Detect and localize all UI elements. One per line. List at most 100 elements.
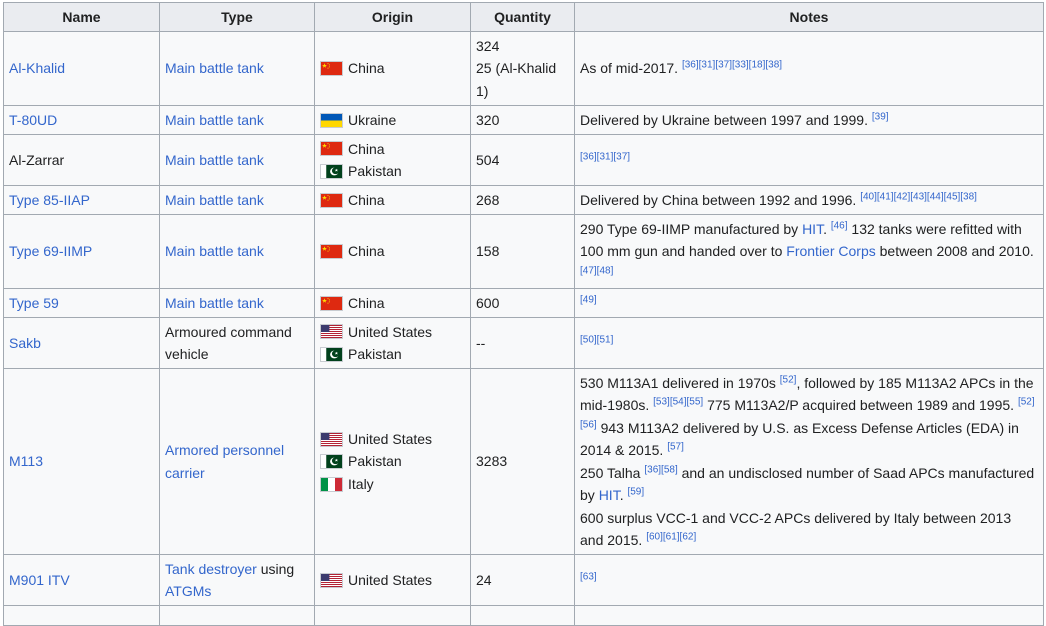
notes-cell: As of mid-2017. [36][31][37][33][18][38] <box>574 31 1044 106</box>
frontier-corps-link[interactable]: Frontier Corps <box>786 243 875 259</box>
type-link[interactable]: Main battle tank <box>165 152 264 168</box>
hit-link[interactable]: HIT <box>599 487 620 503</box>
origin-entry: United States <box>320 321 465 344</box>
column-header-name[interactable]: Name <box>3 2 160 32</box>
name-link[interactable]: Al-Khalid <box>9 60 65 76</box>
origin-country: Pakistan <box>348 346 402 362</box>
table-row: T-80UD Main battle tank Ukraine 320 Deli… <box>3 105 1044 135</box>
table-row: Type 85-IIAP Main battle tank China 268 … <box>3 185 1044 215</box>
origin-country: Italy <box>348 475 374 492</box>
quantity-cell: 320 <box>470 105 575 135</box>
origin-entry: China <box>320 138 465 161</box>
hit-link[interactable]: HIT <box>802 221 823 237</box>
type-link[interactable]: Armored personnel carrier <box>165 442 284 481</box>
table-row: M901 ITV Tank destroyer using ATGMs Unit… <box>3 554 1044 606</box>
origin-cell: China <box>314 185 471 215</box>
quantity-line: 24 <box>476 571 492 588</box>
type-link[interactable]: Main battle tank <box>165 60 264 76</box>
name-cell: Sakb <box>3 317 160 369</box>
reference-link[interactable]: [46] <box>831 220 848 231</box>
name-link[interactable]: Type 59 <box>9 295 59 311</box>
column-header-quantity[interactable]: Quantity <box>470 2 575 32</box>
origin-entry: China <box>320 292 465 315</box>
reference-link[interactable]: [57] <box>667 441 684 452</box>
type-link[interactable]: Main battle tank <box>165 112 264 128</box>
notes-text: 530 M113A1 delivered in 1970s <box>580 374 776 391</box>
notes-text: Delivered by China between 1992 and 1996… <box>580 191 857 208</box>
quantity-line: 3283 <box>476 453 508 470</box>
pakistan-flag-icon <box>320 454 343 469</box>
reference-link[interactable]: [39] <box>872 111 889 122</box>
notes-cell <box>574 605 1044 626</box>
notes-text: between 2008 and 2010. <box>879 243 1034 260</box>
reference-link[interactable]: [40][41][42][43][44][45][38] <box>860 191 977 202</box>
type-link[interactable]: Main battle tank <box>165 295 264 311</box>
quantity-line: 600 <box>476 294 500 311</box>
quantity-cell: 268 <box>470 185 575 215</box>
china-flag-icon <box>320 192 343 208</box>
reference-link[interactable]: [63] <box>580 571 597 582</box>
name-cell: T-80UD <box>3 105 160 135</box>
type-link[interactable]: Main battle tank <box>165 192 264 208</box>
reference-link[interactable]: [36][58] <box>644 464 677 475</box>
column-header-type[interactable]: Type <box>159 2 315 32</box>
origin-country: China <box>348 191 385 208</box>
notes-text: 943 M113A2 delivered by U.S. as Excess D… <box>580 419 1019 459</box>
quantity-line: 268 <box>476 191 500 208</box>
origin-country: Pakistan <box>348 453 402 470</box>
name-cell <box>3 605 160 626</box>
name-link[interactable]: T-80UD <box>9 112 57 128</box>
notes-text: 290 Type 69-IIMP manufactured by <box>580 220 799 237</box>
china-flag-icon <box>320 141 343 157</box>
quantity-line: -- <box>476 334 486 351</box>
equipment-table: Name Type Origin Quantity Notes Al-Khali… <box>3 2 1044 626</box>
quantity-cell: 600 <box>470 288 575 318</box>
name-link[interactable]: Sakb <box>9 335 41 351</box>
tank-destroyer-link[interactable]: Tank destroyer <box>165 561 257 577</box>
origin-country: United States <box>348 323 433 340</box>
column-header-notes[interactable]: Notes <box>574 2 1044 32</box>
origin-cell: United States <box>314 554 471 606</box>
reference-link[interactable]: [53][54][55] <box>653 396 703 407</box>
table-row: Al-Khalid Main battle tank China 324 25 … <box>3 31 1044 106</box>
reference-link[interactable]: [36][31][37] <box>580 151 630 162</box>
type-cell: Armoured command vehicle <box>159 317 315 369</box>
quantity-cell: 24 <box>470 554 575 606</box>
origin-entry: Pakistan <box>320 160 465 183</box>
table-row: Type 59 Main battle tank China 600 [49] <box>3 288 1044 318</box>
quantity-line: 504 <box>476 151 500 168</box>
name-link[interactable]: Type 85-IIAP <box>9 192 90 208</box>
reference-link[interactable]: [47][48] <box>580 265 613 276</box>
notes-paragraph: 600 surplus VCC-1 and VCC-2 APCs deliver… <box>580 507 1038 552</box>
reference-link[interactable]: [36][31][37][33][18][38] <box>682 60 782 71</box>
atgms-link[interactable]: ATGMs <box>165 583 211 599</box>
name-link[interactable]: M113 <box>9 453 43 469</box>
reference-link[interactable]: [49] <box>580 294 597 305</box>
reference-link[interactable]: [50][51] <box>580 334 613 345</box>
reference-link[interactable]: [59] <box>627 486 644 497</box>
origin-cell: China Pakistan <box>314 134 471 186</box>
reference-link[interactable]: [52] <box>780 374 797 385</box>
notes-cell: [49] <box>574 288 1044 318</box>
column-header-origin[interactable]: Origin <box>314 2 471 32</box>
china-flag-icon <box>320 61 343 76</box>
quantity-line: 25 (Al-Khalid <box>476 60 557 77</box>
notes-cell: Delivered by Ukraine between 1997 and 19… <box>574 105 1044 135</box>
name-link[interactable]: Type 69-IIMP <box>9 243 92 259</box>
us-flag-icon <box>320 431 343 447</box>
origin-cell: United States Pakistan <box>314 317 471 369</box>
type-cell: Main battle tank <box>159 288 315 318</box>
quantity-line: 1) <box>476 82 489 99</box>
type-link[interactable]: Main battle tank <box>165 243 264 259</box>
notes-paragraph: 250 Talha [36][58] and an undisclosed nu… <box>580 463 1035 503</box>
origin-country: China <box>348 243 385 260</box>
origin-entry: China <box>320 57 465 80</box>
origin-cell: China <box>314 214 471 289</box>
name-cell: Type 85-IIAP <box>3 185 160 215</box>
quantity-line: 324 <box>476 37 500 54</box>
name-link[interactable]: M901 ITV <box>9 572 70 588</box>
reference-link[interactable]: [60][61][62] <box>646 531 696 542</box>
notes-cell: [50][51] <box>574 317 1044 369</box>
type-cell: Main battle tank <box>159 185 315 215</box>
origin-country: United States <box>348 430 433 447</box>
